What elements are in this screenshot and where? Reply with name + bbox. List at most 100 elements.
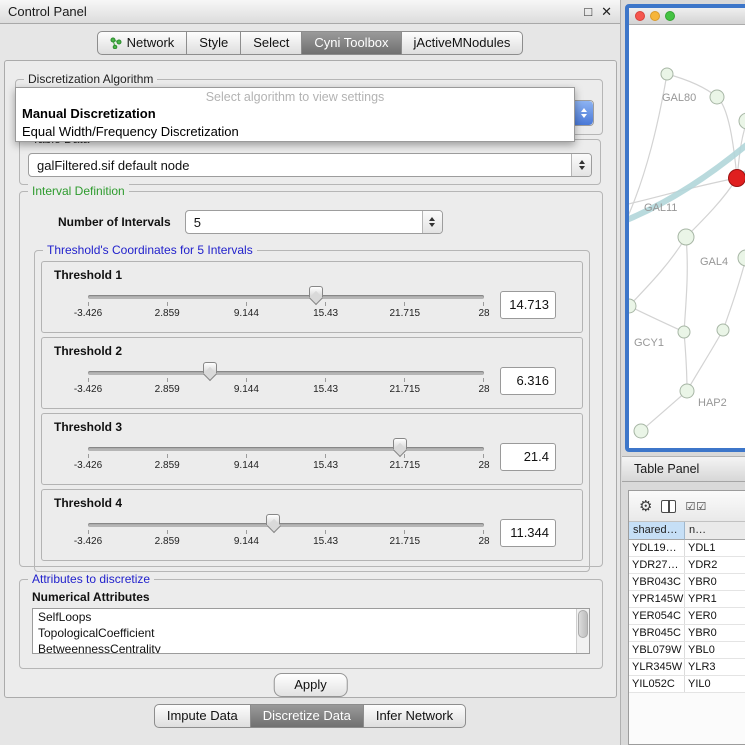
attributes-to-discretize-group: Attributes to discretize Numerical Attri… (19, 579, 603, 669)
dropdown-option-equal-width-frequency[interactable]: Equal Width/Frequency Discretization (16, 123, 574, 141)
network-node[interactable] (629, 299, 636, 313)
threshold-1-slider[interactable]: -3.426 2.859 9.144 15.43 21.715 28 (88, 284, 484, 326)
table-cell[interactable]: YDR27… (629, 557, 685, 573)
network-node-labels: GAL80 GAL11 GAL4 GCY1 HAP2 (634, 92, 728, 409)
table-cell[interactable]: YIL052C (629, 676, 685, 692)
table-cell[interactable]: YBR045C (629, 625, 685, 641)
slider-handle[interactable] (266, 514, 280, 525)
network-node[interactable] (634, 424, 648, 438)
table-cell[interactable]: YBR0 (685, 574, 745, 590)
tab-infer-network[interactable]: Infer Network (364, 704, 466, 728)
table-row[interactable]: YBR045C YBR0 (629, 625, 745, 642)
table-row[interactable]: YBR043C YBR0 (629, 574, 745, 591)
table-cell[interactable]: YPR145W (629, 591, 685, 607)
numerical-attributes-list[interactable]: SelfLoops TopologicalCoefficient Between… (32, 608, 590, 654)
tab-network[interactable]: Network (97, 31, 188, 55)
threshold-2-value-field[interactable]: 6.316 (500, 367, 556, 395)
table-cell[interactable]: YLR345W (629, 659, 685, 675)
list-item[interactable]: SelfLoops (33, 609, 589, 625)
network-node[interactable] (710, 90, 724, 104)
dropdown-option-manual-discretization[interactable]: Manual Discretization (16, 105, 574, 123)
table-cell[interactable]: YDL19… (629, 540, 685, 556)
table-cell[interactable]: YDR2 (685, 557, 745, 573)
slider-track[interactable] (88, 295, 484, 299)
close-traffic-light-icon[interactable] (635, 11, 645, 21)
table-cell[interactable]: YER054C (629, 608, 685, 624)
table-cell[interactable]: YPR1 (685, 591, 745, 607)
list-item[interactable]: TopologicalCoefficient (33, 625, 589, 641)
combobox-stepper-icon[interactable] (573, 101, 593, 125)
tab-discretize-data[interactable]: Discretize Data (251, 704, 364, 728)
minimize-traffic-light-icon[interactable] (650, 11, 660, 21)
slider-track[interactable] (88, 447, 484, 451)
slider-track[interactable] (88, 523, 484, 527)
tick-label: 28 (478, 536, 489, 547)
table-cell[interactable]: YDL1 (685, 540, 745, 556)
network-view-window[interactable]: GAL80 GAL11 GAL4 GCY1 HAP2 (625, 4, 745, 452)
network-node[interactable] (678, 326, 690, 338)
table-cell[interactable]: YBL0 (685, 642, 745, 658)
network-node[interactable] (717, 324, 729, 336)
threshold-3-value-field[interactable]: 21.4 (500, 443, 556, 471)
network-node[interactable] (680, 384, 694, 398)
node-label: GAL80 (662, 92, 696, 104)
close-icon[interactable]: ✕ (601, 5, 612, 18)
slider-handle[interactable] (309, 286, 323, 297)
threshold-4-slider[interactable]: -3.426 2.859 9.144 15.43 21.715 28 (88, 512, 484, 554)
tab-jactivemnodules[interactable]: jActiveMNodules (402, 31, 524, 55)
table-data-combobox[interactable]: galFiltered.sif default node (28, 153, 592, 177)
network-node[interactable] (738, 250, 745, 266)
network-node[interactable] (739, 113, 745, 129)
table-row[interactable]: YIL052C YIL0 (629, 676, 745, 693)
network-node[interactable] (661, 68, 673, 80)
table-row[interactable]: YLR345W YLR3 (629, 659, 745, 676)
select-columns-icons[interactable]: ☑☑ (685, 500, 707, 513)
number-of-intervals-combobox[interactable]: 5 (185, 210, 443, 234)
list-item[interactable]: BetweennessCentrality (33, 641, 589, 654)
table-cell[interactable]: YBL079W (629, 642, 685, 658)
threshold-4-value-field[interactable]: 11.344 (500, 519, 556, 547)
column-header-name[interactable]: n… (685, 522, 745, 540)
columns-icon[interactable] (661, 500, 676, 513)
list-scrollbar[interactable] (576, 609, 589, 653)
zoom-traffic-light-icon[interactable] (665, 11, 675, 21)
table-row[interactable]: YDR27… YDR2 (629, 557, 745, 574)
threshold-1-value-field[interactable]: 14.713 (500, 291, 556, 319)
discretization-algorithm-label: Discretization Algorithm (24, 72, 157, 86)
table-cell[interactable]: YBR043C (629, 574, 685, 590)
table-panel-title: Table Panel (634, 462, 699, 476)
tab-infer-network-label: Infer Network (376, 708, 453, 723)
algorithm-dropdown-popup: Select algorithm to view settings Manual… (15, 87, 575, 142)
gear-icon[interactable]: ⚙ (639, 499, 652, 514)
table-cell[interactable]: YLR3 (685, 659, 745, 675)
table-row[interactable]: YDL19… YDL1 (629, 540, 745, 557)
table-cell[interactable]: YBR0 (685, 625, 745, 641)
float-window-icon[interactable]: □ (584, 5, 592, 18)
tab-style[interactable]: Style (187, 31, 241, 55)
node-label: HAP2 (698, 397, 727, 409)
network-node[interactable] (678, 229, 694, 245)
network-canvas[interactable]: GAL80 GAL11 GAL4 GCY1 HAP2 (629, 25, 745, 448)
column-header-shared-name[interactable]: shared… (629, 522, 685, 540)
table-row[interactable]: YER054C YER0 (629, 608, 745, 625)
combobox-stepper-icon[interactable] (571, 154, 591, 176)
tab-cyni-toolbox[interactable]: Cyni Toolbox (302, 31, 401, 55)
apply-button[interactable]: Apply (273, 673, 348, 697)
threshold-4-panel: Threshold 4 -3.426 2.859 9.144 15.43 21.… (41, 489, 583, 561)
tab-select[interactable]: Select (241, 31, 302, 55)
threshold-3-slider[interactable]: -3.426 2.859 9.144 15.43 21.715 28 (88, 436, 484, 478)
threshold-2-slider[interactable]: -3.426 2.859 9.144 15.43 21.715 28 (88, 360, 484, 402)
table-cell[interactable]: YER0 (685, 608, 745, 624)
scrollbar-thumb[interactable] (578, 610, 588, 638)
slider-handle[interactable] (393, 438, 407, 449)
slider-handle[interactable] (203, 362, 217, 373)
table-row[interactable]: YBL079W YBL0 (629, 642, 745, 659)
table-row[interactable]: YPR145W YPR1 (629, 591, 745, 608)
slider-track[interactable] (88, 371, 484, 375)
table-cell[interactable]: YIL0 (685, 676, 745, 692)
network-window-titlebar (629, 8, 745, 25)
tick-label: -3.426 (74, 536, 102, 547)
combobox-stepper-icon[interactable] (422, 211, 442, 233)
selected-network-node[interactable] (729, 170, 745, 187)
tab-impute-data[interactable]: Impute Data (154, 704, 251, 728)
